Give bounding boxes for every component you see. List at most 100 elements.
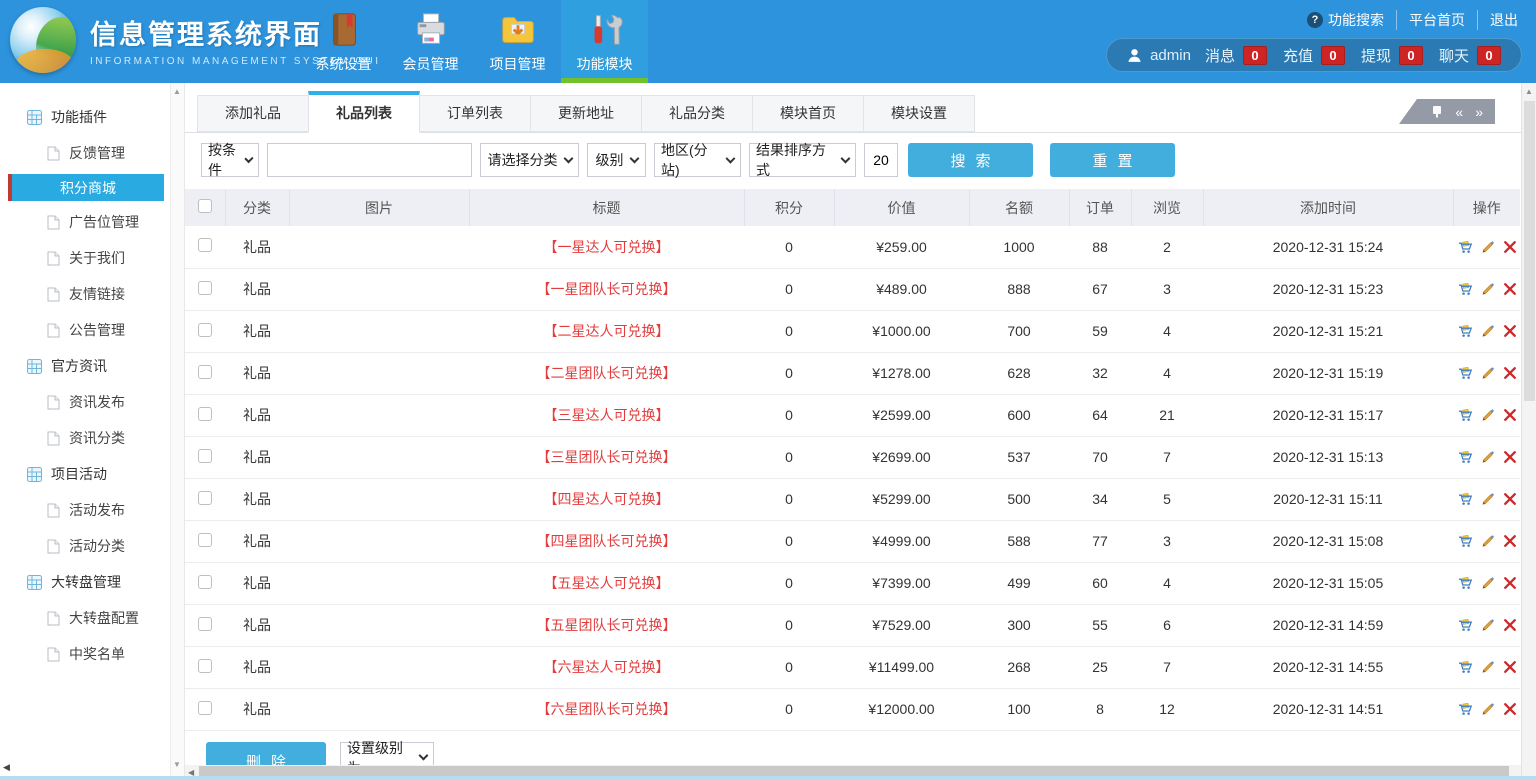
stat-messages[interactable]: 消息0 — [1205, 45, 1267, 66]
nav-item-会员管理[interactable]: 会员管理 — [387, 0, 474, 83]
delete-icon[interactable] — [1503, 450, 1517, 464]
delete-icon[interactable] — [1503, 660, 1517, 674]
tab-订单列表[interactable]: 订单列表 — [419, 95, 531, 132]
region-select[interactable]: 地区(分站) — [654, 143, 741, 177]
row-checkbox[interactable] — [198, 449, 212, 463]
sidebar-item-资讯发布[interactable]: 资讯发布 — [0, 384, 184, 420]
edit-icon[interactable] — [1480, 407, 1496, 423]
cart-icon[interactable] — [1457, 365, 1473, 381]
delete-icon[interactable] — [1503, 282, 1517, 296]
gift-title-link[interactable]: 【五星团队长可兑换】 — [537, 617, 677, 633]
delete-icon[interactable] — [1503, 366, 1517, 380]
scroll-up-icon[interactable]: ▲ — [1525, 87, 1533, 96]
gift-title-link[interactable]: 【六星团队长可兑换】 — [537, 701, 677, 717]
delete-icon[interactable] — [1503, 408, 1517, 422]
toplink-home[interactable]: 平台首页 — [1396, 10, 1465, 30]
sidebar-scroll-down-icon[interactable]: ▼ — [173, 760, 181, 769]
delete-icon[interactable] — [1503, 324, 1517, 338]
edit-icon[interactable] — [1480, 365, 1496, 381]
gift-title-link[interactable]: 【一星达人可兑换】 — [544, 239, 670, 255]
vertical-scrollbar[interactable]: ▲ — [1521, 83, 1536, 779]
sidebar-group-大转盘管理[interactable]: 大转盘管理 — [0, 564, 184, 600]
tab-模块设置[interactable]: 模块设置 — [863, 95, 975, 132]
nav-item-系统设置[interactable]: 系统设置 — [300, 0, 387, 83]
tab-礼品分类[interactable]: 礼品分类 — [641, 95, 753, 132]
sidebar-item-中奖名单[interactable]: 中奖名单 — [0, 636, 184, 672]
sidebar-group-官方资讯[interactable]: 官方资讯 — [0, 348, 184, 384]
edit-icon[interactable] — [1480, 323, 1496, 339]
edit-icon[interactable] — [1480, 449, 1496, 465]
sidebar-item-积分商城[interactable]: 积分商城 — [8, 174, 164, 201]
select-all-checkbox[interactable] — [198, 199, 212, 213]
cart-icon[interactable] — [1457, 239, 1473, 255]
sidebar-group-功能插件[interactable]: 功能插件 — [0, 99, 184, 135]
gift-title-link[interactable]: 【二星达人可兑换】 — [544, 323, 670, 339]
delete-icon[interactable] — [1503, 702, 1517, 716]
sidebar-item-广告位管理[interactable]: 广告位管理 — [0, 204, 184, 240]
edit-icon[interactable] — [1480, 701, 1496, 717]
cart-icon[interactable] — [1457, 701, 1473, 717]
gift-title-link[interactable]: 【六星达人可兑换】 — [544, 659, 670, 675]
row-checkbox[interactable] — [198, 491, 212, 505]
toplink-search[interactable]: ?功能搜索 — [1307, 10, 1384, 30]
page-scroll-left-icon[interactable]: ◀ — [3, 762, 10, 773]
cart-icon[interactable] — [1457, 533, 1473, 549]
sidebar-item-友情链接[interactable]: 友情链接 — [0, 276, 184, 312]
row-checkbox[interactable] — [198, 575, 212, 589]
row-checkbox[interactable] — [198, 407, 212, 421]
cart-icon[interactable] — [1457, 281, 1473, 297]
row-checkbox[interactable] — [198, 323, 212, 337]
sidebar-scrollbar[interactable]: ▲ ▼ — [170, 83, 184, 779]
edit-icon[interactable] — [1480, 491, 1496, 507]
row-checkbox[interactable] — [198, 238, 212, 252]
delete-icon[interactable] — [1503, 618, 1517, 632]
sidebar-group-项目活动[interactable]: 项目活动 — [0, 456, 184, 492]
sidebar-item-大转盘配置[interactable]: 大转盘配置 — [0, 600, 184, 636]
pin-icon[interactable] — [1432, 105, 1443, 118]
cart-icon[interactable] — [1457, 575, 1473, 591]
edit-icon[interactable] — [1480, 659, 1496, 675]
gift-title-link[interactable]: 【三星达人可兑换】 — [544, 407, 670, 423]
edit-icon[interactable] — [1480, 617, 1496, 633]
sidebar-item-活动分类[interactable]: 活动分类 — [0, 528, 184, 564]
edit-icon[interactable] — [1480, 533, 1496, 549]
stat-withdraw[interactable]: 提现0 — [1361, 45, 1423, 66]
cart-icon[interactable] — [1457, 617, 1473, 633]
level-select[interactable]: 级别 — [587, 143, 646, 177]
row-checkbox[interactable] — [198, 365, 212, 379]
edit-icon[interactable] — [1480, 575, 1496, 591]
stat-recharge[interactable]: 充值0 — [1283, 45, 1345, 66]
condition-select[interactable]: 按条件 — [201, 143, 259, 177]
cart-icon[interactable] — [1457, 449, 1473, 465]
edit-icon[interactable] — [1480, 239, 1496, 255]
sidebar-item-公告管理[interactable]: 公告管理 — [0, 312, 184, 348]
delete-icon[interactable] — [1503, 240, 1517, 254]
search-button[interactable]: 搜索 — [908, 143, 1033, 177]
gift-title-link[interactable]: 【五星达人可兑换】 — [544, 575, 670, 591]
tab-礼品列表[interactable]: 礼品列表 — [308, 91, 420, 133]
row-checkbox[interactable] — [198, 617, 212, 631]
tab-scroll-next[interactable]: » — [1475, 104, 1483, 120]
cart-icon[interactable] — [1457, 659, 1473, 675]
delete-icon[interactable] — [1503, 576, 1517, 590]
nav-item-项目管理[interactable]: 项目管理 — [474, 0, 561, 83]
sidebar-item-反馈管理[interactable]: 反馈管理 — [0, 135, 184, 171]
nav-item-功能模块[interactable]: 功能模块 — [561, 0, 648, 83]
gift-title-link[interactable]: 【一星团队长可兑换】 — [537, 281, 677, 297]
tab-更新地址[interactable]: 更新地址 — [530, 95, 642, 132]
tab-scroll-prev[interactable]: « — [1455, 104, 1463, 120]
delete-icon[interactable] — [1503, 492, 1517, 506]
stat-chat[interactable]: 聊天0 — [1439, 45, 1501, 66]
sidebar-item-资讯分类[interactable]: 资讯分类 — [0, 420, 184, 456]
edit-icon[interactable] — [1480, 281, 1496, 297]
row-checkbox[interactable] — [198, 533, 212, 547]
gift-title-link[interactable]: 【三星团队长可兑换】 — [537, 449, 677, 465]
sidebar-scroll-up-icon[interactable]: ▲ — [173, 87, 181, 96]
cart-icon[interactable] — [1457, 323, 1473, 339]
cart-icon[interactable] — [1457, 491, 1473, 507]
vertical-scroll-thumb[interactable] — [1524, 101, 1535, 401]
sort-select[interactable]: 结果排序方式 — [749, 143, 856, 177]
toplink-logout[interactable]: 退出 — [1477, 10, 1518, 30]
gift-title-link[interactable]: 【四星团队长可兑换】 — [537, 533, 677, 549]
delete-icon[interactable] — [1503, 534, 1517, 548]
